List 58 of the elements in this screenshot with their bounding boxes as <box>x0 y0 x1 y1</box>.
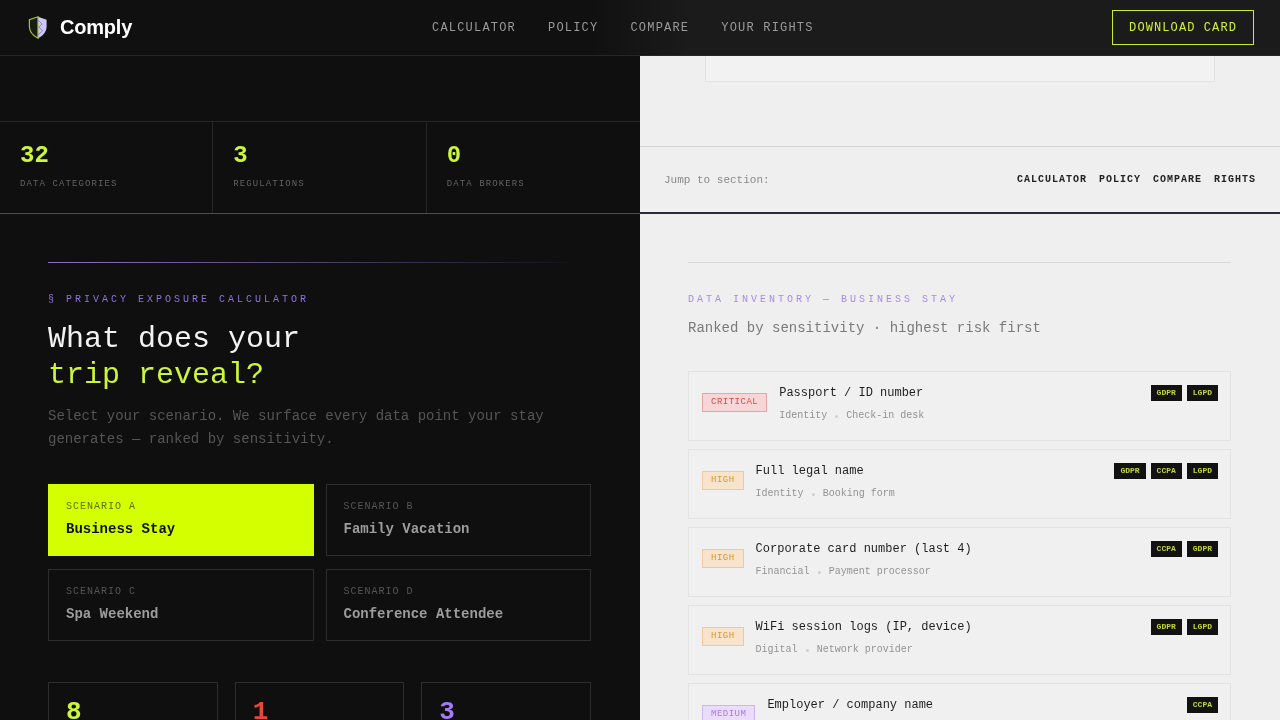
section-description: Select your scenario. We surface every data point your stay generates — ranked by sensitivity. <box>48 407 545 449</box>
item-source: Network provider <box>816 644 913 656</box>
severity-badge: HIGH <box>702 471 744 490</box>
jump-link[interactable]: CALCULATOR <box>1016 174 1087 185</box>
item-title: WiFi session logs (IP, device) <box>755 619 972 635</box>
jump-link[interactable]: COMPARE <box>1152 174 1202 185</box>
regulation-tag: LGPD <box>1186 463 1218 479</box>
section-subtitle: Ranked by sensitivity · highest risk first <box>688 319 1041 338</box>
brand-name: Comply <box>60 16 133 39</box>
jump-link[interactable]: RIGHTS <box>1214 174 1256 185</box>
scenario-option[interactable]: SCENARIO C Spa Weekend <box>48 569 314 641</box>
item-category: Financial <box>755 566 810 578</box>
item-category: Identity <box>755 488 804 500</box>
stat-value: 0 <box>446 142 462 170</box>
regulation-tag: CCPA <box>1186 697 1218 713</box>
item-title: Passport / ID number <box>779 385 924 401</box>
regulation-tag: GDPR <box>1114 463 1146 479</box>
scenario-option[interactable]: SCENARIO D Conference Attendee <box>325 569 591 641</box>
section-eyebrow: DATA INVENTORY — BUSINESS STAY <box>688 293 959 307</box>
stat-label: DATA BROKERS <box>446 178 525 190</box>
scenario-option[interactable]: SCENARIO A Business Stay <box>48 484 314 556</box>
severity-badge: CRITICAL <box>702 393 768 412</box>
severity-badge: HIGH <box>702 549 744 568</box>
regulation-tag: LGPD <box>1186 385 1218 401</box>
item-title: Corporate card number (last 4) <box>755 541 972 557</box>
item-source: Booking form <box>822 488 895 500</box>
shield-icon <box>28 16 48 39</box>
scenario-option[interactable]: SCENARIO B Family Vacation <box>325 484 591 556</box>
regulation-tag: GDPR <box>1150 619 1182 635</box>
regulation-tag: CCPA <box>1150 541 1182 557</box>
item-category: Identity <box>779 410 828 422</box>
item-source: Check-in desk <box>846 410 925 422</box>
jump-label: Jump to section: <box>664 173 770 186</box>
nav-link[interactable]: COMPARE <box>630 19 690 36</box>
regulation-tag: LGPD <box>1186 619 1218 635</box>
stat-label: REGULATIONS <box>233 178 305 190</box>
nav-link[interactable]: POLICY <box>548 19 599 36</box>
summary-value: 1 <box>252 697 269 720</box>
item-title: Full legal name <box>755 463 864 479</box>
nav-link[interactable]: CALCULATOR <box>432 19 516 36</box>
severity-badge: HIGH <box>702 627 744 646</box>
item-source: Payment processor <box>828 566 931 578</box>
nav-link[interactable]: YOUR RIGHTS <box>721 19 814 36</box>
section-heading: What does your trip reveal? <box>48 321 301 393</box>
jump-link[interactable]: POLICY <box>1098 174 1141 185</box>
stat-value: 3 <box>233 142 248 170</box>
severity-badge: MEDIUM <box>702 705 756 720</box>
section-eyebrow: § PRIVACY EXPOSURE CALCULATOR <box>48 293 310 307</box>
summary-value: 8 <box>66 697 82 720</box>
regulation-tag: GDPR <box>1186 541 1218 557</box>
item-title: Employer / company name <box>767 697 934 713</box>
download-button[interactable]: DOWNLOAD CARD <box>1112 10 1254 45</box>
item-category: Digital <box>755 644 798 656</box>
stat-value: 32 <box>20 142 49 170</box>
summary-value: 3 <box>439 697 455 720</box>
regulation-tag: GDPR <box>1150 385 1182 401</box>
regulation-tag: CCPA <box>1150 463 1182 479</box>
stat-label: DATA CATEGORIES <box>20 178 118 190</box>
